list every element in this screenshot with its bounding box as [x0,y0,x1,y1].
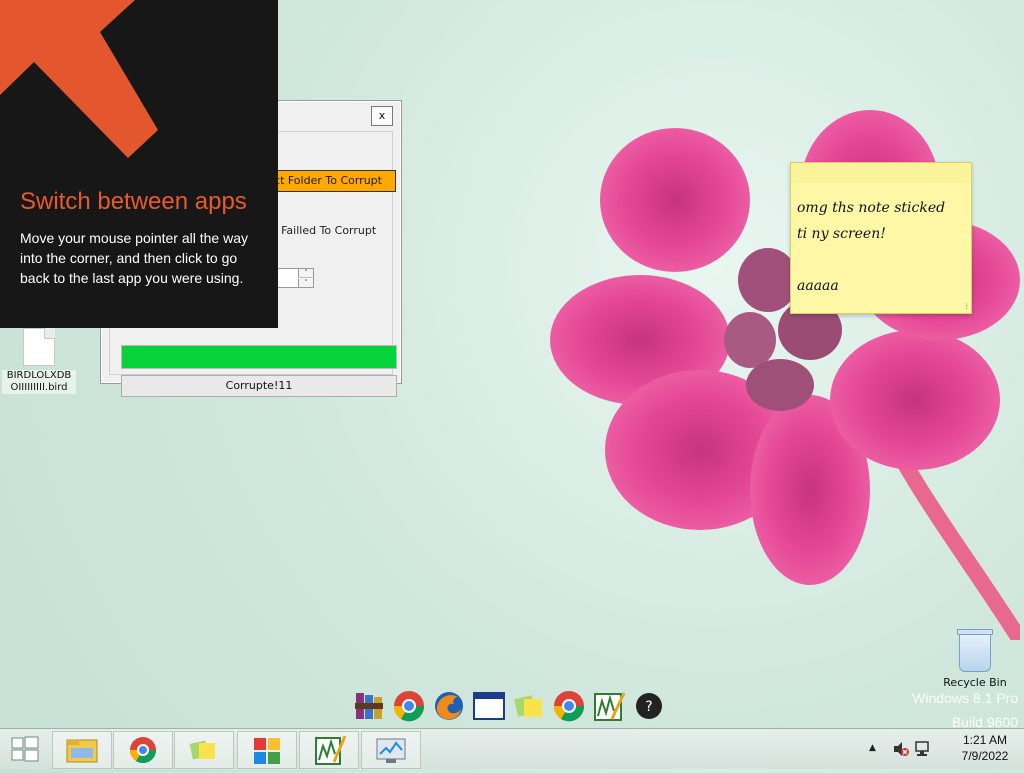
window-icon[interactable] [472,689,506,723]
progress-bar [121,345,397,369]
switch-apps-tip: Switch between apps Move your mouse poin… [0,0,278,328]
control-panel-icon [254,738,280,764]
sticky-notes-icon[interactable] [512,689,546,723]
resource-monitor-icon [376,738,406,763]
select-folder-button[interactable]: ct Folder To Corrupt [260,170,396,192]
taskbar-control-panel[interactable] [237,731,297,769]
paint-icon[interactable] [592,689,626,723]
file-explorer-icon [66,739,98,763]
corner-arrow-icon [0,0,158,158]
progress-fill [122,346,396,368]
clock[interactable]: 1:21 AM 7/9/2022 [950,732,1020,764]
volume-muted-icon[interactable] [892,740,910,758]
sticky-notes-icon [189,740,215,760]
network-icon[interactable] [914,740,932,758]
taskbar-paint[interactable] [299,731,359,769]
desktop-file[interactable]: BIRDLOLXDB OIIIIIIIII.bird [2,328,76,394]
taskbar-resource-monitor[interactable] [361,731,421,769]
start-button[interactable] [0,729,50,769]
sticky-note-titlebar[interactable] [791,163,971,183]
taskbar-file-explorer[interactable] [52,731,112,769]
paint-icon [315,735,347,765]
sticky-note[interactable]: omg ths note sticked ti ny screen! aaaaa… [790,162,972,314]
show-hidden-icons-button[interactable]: ▲ [869,743,876,753]
recycle-bin[interactable]: Recycle Bin [940,629,1010,689]
taskbar-chrome[interactable] [113,731,173,769]
firefox-icon[interactable] [432,689,466,723]
stepper-down-icon[interactable]: ˅ [298,279,313,287]
tip-title: Switch between apps [20,188,247,215]
help-icon-label: ? [645,699,652,715]
chrome-icon[interactable] [392,689,426,723]
winrar-icon[interactable] [352,689,386,723]
help-icon[interactable]: ? [632,689,666,723]
windows-watermark: Windows 8.1 Pro Build 9600 [912,686,1018,734]
stepper-up-icon[interactable]: ˄ [298,269,313,278]
file-icon [23,328,55,366]
clock-time: 1:21 AM [962,733,1008,747]
windows-logo-icon [11,736,39,762]
system-tray: ▲ 1:21 AM 7/9/2022 [844,729,1024,769]
recycle-bin-label: Recycle Bin [943,676,1007,689]
dock: ? [352,688,666,724]
desktop-file-label-line1: BIRDLOLXDB [2,370,76,382]
close-button[interactable]: x [371,106,393,126]
tip-body: Move your mouse pointer all the way into… [20,230,248,286]
resize-grip-icon[interactable]: ⁞ [965,302,968,311]
sticky-note-text[interactable]: omg ths note sticked ti ny screen! aaaaa [797,195,965,299]
clock-date: 7/9/2022 [961,749,1009,763]
desktop-file-label-line2: OIIIIIIIII.bird [2,382,76,394]
chrome-icon [129,737,157,764]
taskbar: ▲ 1:21 AM 7/9/2022 [0,728,1024,769]
watermark-edition: Windows 8.1 Pro [912,690,1018,706]
recycle-bin-icon [957,629,993,672]
taskbar-sticky-notes[interactable] [174,731,234,769]
corrupt-button[interactable]: Corrupte!11 [121,375,397,397]
chrome-icon[interactable] [552,689,586,723]
